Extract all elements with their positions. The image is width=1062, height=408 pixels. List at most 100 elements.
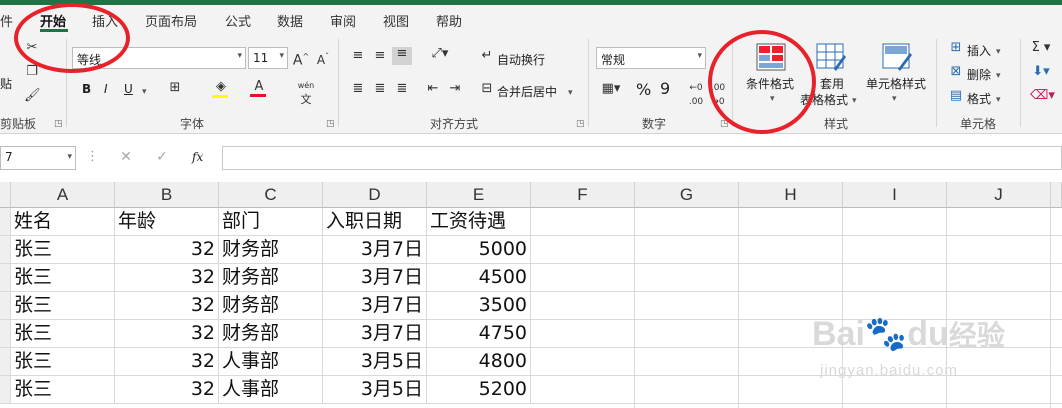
table-cell[interactable]: 人事部 bbox=[219, 348, 323, 376]
merge-center-icon[interactable]: ⊟ bbox=[479, 82, 495, 96]
format-as-table-label[interactable]: 套用 bbox=[820, 75, 844, 92]
italic-button[interactable]: I bbox=[104, 82, 108, 96]
column-header-e[interactable]: E bbox=[427, 182, 531, 208]
table-cell[interactable]: 32 bbox=[115, 320, 219, 348]
table-cell[interactable]: 财务部 bbox=[219, 292, 323, 320]
alignment-launcher-icon[interactable]: ◳ bbox=[576, 119, 585, 129]
align-left-icon[interactable]: ≣ bbox=[350, 82, 366, 96]
column-header-d[interactable]: D bbox=[323, 182, 427, 208]
formula-input[interactable] bbox=[222, 146, 1062, 170]
column-header-f[interactable]: F bbox=[531, 182, 635, 208]
orientation-icon[interactable]: ⤢▾ bbox=[426, 47, 454, 61]
cell-styles-button[interactable]: 单元格样式 bbox=[866, 75, 926, 92]
cancel-icon[interactable]: ✕ bbox=[118, 150, 134, 164]
decrease-font-icon[interactable]: Aˇ bbox=[314, 50, 332, 67]
tab-file[interactable]: 件 bbox=[0, 11, 13, 30]
chevron-down-icon[interactable]: ▾ bbox=[996, 69, 1001, 83]
column-header-c[interactable]: C bbox=[219, 182, 323, 208]
tab-view[interactable]: 视图 bbox=[383, 11, 409, 30]
copy-icon[interactable]: ❐ bbox=[24, 65, 40, 79]
table-cell[interactable]: 32 bbox=[115, 348, 219, 376]
table-cell[interactable]: 财务部 bbox=[219, 236, 323, 264]
table-cell[interactable]: 姓名 bbox=[11, 208, 115, 236]
table-cell[interactable]: 张三 bbox=[11, 292, 115, 320]
autosum-icon[interactable]: Σ ▾ bbox=[1030, 41, 1052, 55]
table-cell[interactable]: 入职日期 bbox=[323, 208, 427, 236]
table-cell[interactable]: 3月5日 bbox=[323, 348, 427, 376]
row-header[interactable] bbox=[0, 208, 11, 236]
align-center-icon[interactable]: ≣ bbox=[372, 82, 388, 96]
table-cell[interactable]: 5200 bbox=[427, 376, 531, 404]
align-middle-icon[interactable]: ≡ bbox=[372, 49, 388, 63]
table-cell[interactable]: 4750 bbox=[427, 320, 531, 348]
table-cell[interactable]: 3500 bbox=[427, 292, 531, 320]
underline-button[interactable]: U bbox=[124, 82, 133, 96]
phonetic-guide-icon[interactable]: wén 文 bbox=[296, 79, 316, 108]
column-header-b[interactable]: B bbox=[115, 182, 219, 208]
increase-indent-icon[interactable]: ⇥ bbox=[446, 82, 464, 96]
table-cell[interactable]: 部门 bbox=[219, 208, 323, 236]
column-header-g[interactable]: G bbox=[635, 182, 739, 208]
chevron-down-icon[interactable]: ▾ bbox=[142, 85, 147, 99]
decrease-indent-icon[interactable]: ⇤ bbox=[424, 82, 442, 96]
font-size-select[interactable]: 11 ▾ bbox=[248, 47, 288, 69]
format-cells-button[interactable]: 格式 bbox=[967, 90, 991, 107]
chevron-down-icon[interactable]: ▾ bbox=[996, 45, 1001, 59]
number-format-select[interactable]: 常规 ▾ bbox=[596, 47, 706, 69]
row-header[interactable] bbox=[0, 264, 11, 292]
column-header-h[interactable]: H bbox=[739, 182, 843, 208]
clear-icon[interactable]: ⌫▾ bbox=[1030, 89, 1055, 103]
tab-review[interactable]: 审阅 bbox=[330, 11, 356, 30]
format-painter-icon[interactable]: 🖌 bbox=[24, 89, 41, 103]
table-cell[interactable]: 张三 bbox=[11, 236, 115, 264]
align-right-icon[interactable]: ≣ bbox=[394, 82, 410, 96]
tab-help[interactable]: 帮助 bbox=[436, 11, 462, 30]
insert-function-button[interactable]: fx bbox=[192, 150, 203, 164]
chevron-down-icon[interactable]: ▾ bbox=[996, 93, 1001, 107]
table-cell[interactable]: 5000 bbox=[427, 236, 531, 264]
enter-icon[interactable]: ✓ bbox=[154, 150, 170, 164]
table-cell[interactable]: 4800 bbox=[427, 348, 531, 376]
wrap-text-button[interactable]: 自动换行 bbox=[497, 51, 545, 68]
insert-cells-button[interactable]: 插入 bbox=[967, 42, 991, 59]
select-all-corner[interactable] bbox=[0, 182, 11, 208]
chevron-down-icon[interactable]: ▾ bbox=[568, 86, 573, 100]
accounting-format-icon[interactable]: ▦▾ bbox=[598, 82, 624, 96]
increase-decimal-icon[interactable]: ←0.00 bbox=[686, 81, 706, 109]
row-header[interactable] bbox=[0, 236, 11, 264]
table-cell[interactable]: 3月7日 bbox=[323, 236, 427, 264]
delete-cells-button[interactable]: 删除 bbox=[967, 66, 991, 83]
table-cell[interactable]: 张三 bbox=[11, 320, 115, 348]
tab-page-layout[interactable]: 页面布局 bbox=[145, 11, 197, 30]
paste-button[interactable]: 贴 bbox=[0, 75, 12, 92]
clipboard-launcher-icon[interactable]: ◳ bbox=[54, 119, 63, 129]
table-cell[interactable]: 工资待遇 bbox=[427, 208, 531, 236]
table-cell[interactable]: 3月5日 bbox=[323, 376, 427, 404]
merge-center-button[interactable]: 合并后居中 bbox=[497, 83, 557, 100]
column-header-i[interactable]: I bbox=[843, 182, 947, 208]
align-top-icon[interactable]: ≡ bbox=[350, 49, 366, 63]
row-header[interactable] bbox=[0, 376, 11, 404]
table-cell[interactable]: 财务部 bbox=[219, 320, 323, 348]
bold-button[interactable]: B bbox=[82, 82, 91, 96]
borders-icon[interactable]: ⊞ bbox=[166, 81, 184, 95]
increase-font-icon[interactable]: A^ bbox=[292, 50, 310, 68]
table-cell[interactable]: 4500 bbox=[427, 264, 531, 292]
align-bottom-icon[interactable]: ≡ bbox=[392, 47, 412, 65]
fill-color-icon[interactable]: ◈ bbox=[212, 80, 230, 98]
table-cell[interactable]: 3月7日 bbox=[323, 292, 427, 320]
table-cell[interactable]: 32 bbox=[115, 376, 219, 404]
column-header-k[interactable] bbox=[1051, 182, 1062, 208]
table-cell[interactable]: 32 bbox=[115, 292, 219, 320]
table-cell[interactable]: 3月7日 bbox=[323, 264, 427, 292]
column-header-j[interactable]: J bbox=[947, 182, 1051, 208]
table-cell[interactable]: 财务部 bbox=[219, 264, 323, 292]
font-color-icon[interactable]: A bbox=[250, 80, 268, 97]
comma-button[interactable]: 9 bbox=[660, 79, 670, 98]
table-cell[interactable]: 3月7日 bbox=[323, 320, 427, 348]
row-header[interactable] bbox=[0, 348, 11, 376]
fill-icon[interactable]: ⬇▾ bbox=[1030, 65, 1052, 79]
tab-formulas[interactable]: 公式 bbox=[225, 11, 251, 30]
tab-data[interactable]: 数据 bbox=[277, 11, 303, 30]
column-header-a[interactable]: A bbox=[11, 182, 115, 208]
